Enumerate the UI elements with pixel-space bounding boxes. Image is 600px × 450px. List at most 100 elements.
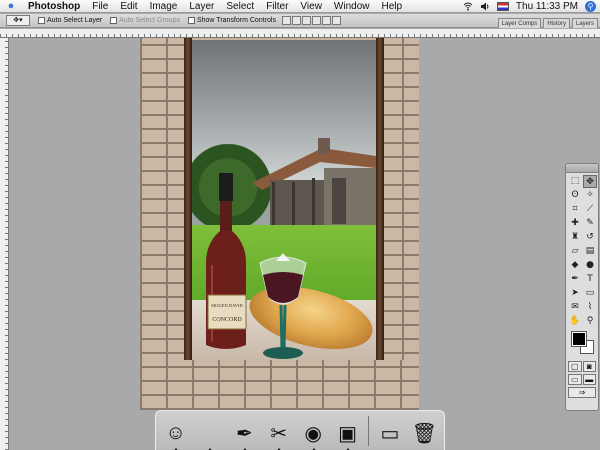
align-buttons xyxy=(281,16,341,25)
barn xyxy=(252,138,376,228)
firefox-icon[interactable]: ◉ xyxy=(298,416,329,450)
tab-layer-comps[interactable]: Layer Comps xyxy=(497,18,542,28)
history-brush-tool[interactable]: ↺ xyxy=(583,231,597,244)
shape-tool[interactable]: ▭ xyxy=(583,287,597,300)
document-canvas[interactable]: MOGEN DAVID CONCORD xyxy=(140,38,419,410)
auto-select-groups-label: Auto Select Groups xyxy=(119,17,180,24)
menu-help[interactable]: Help xyxy=(376,0,409,13)
quick-mask-mode-button[interactable]: ◙ xyxy=(582,361,596,372)
align-right-button[interactable] xyxy=(331,16,341,25)
mask-mode-row: ▢ ◙ xyxy=(566,360,598,373)
dock-separator xyxy=(368,416,370,446)
tool-preset-picker[interactable]: ✥▾ xyxy=(6,15,30,26)
auto-select-layer-label: Auto Select Layer xyxy=(47,17,103,24)
type-tool[interactable]: T xyxy=(583,273,597,286)
auto-select-groups-option[interactable]: Auto Select Groups xyxy=(110,17,180,24)
menu-bar: ● Photoshop File Edit Image Layer Select… xyxy=(0,0,600,13)
auto-select-layer-checkbox[interactable] xyxy=(38,17,45,24)
tools-grid: ⬚ ✥ ʘ ✧ ⌗ ⟋ ✚ ✎ ♜ ↺ ▱ ▤ ◆ ● ✒ T ➤ ▭ ✉ ⌇ ✋ ⚲ xyxy=(566,173,598,328)
auto-select-groups-checkbox[interactable] xyxy=(110,17,118,24)
wine-bottle: MOGEN DAVID CONCORD xyxy=(206,173,247,349)
window-frame-right xyxy=(376,38,384,388)
align-center-button[interactable] xyxy=(321,16,331,25)
tab-layers[interactable]: Layers xyxy=(571,18,598,28)
tools-palette: ⬚ ✥ ʘ ✧ ⌗ ⟋ ✚ ✎ ♜ ↺ ▱ ▤ ◆ ● ✒ T ➤ ▭ ✉ ⌇ ✋ ⚲ ▢ ◙ ▭ ▬ ⇒ xyxy=(565,163,599,411)
crop-tool[interactable]: ⌗ xyxy=(568,203,582,216)
pen-tool[interactable]: ✒ xyxy=(568,273,582,286)
tab-history[interactable]: History xyxy=(543,18,570,28)
horizontal-ruler[interactable] xyxy=(0,29,600,38)
trash-glyph: 🗑 xyxy=(411,422,437,445)
photoshop-icon[interactable]: ▣ xyxy=(332,416,363,450)
finder-glyph: ☺ xyxy=(165,421,186,444)
options-bar: ✥▾ Auto Select Layer Auto Select Groups … xyxy=(0,14,600,28)
photoshop-glyph: ▣ xyxy=(338,422,358,445)
wifi-icon[interactable] xyxy=(463,2,473,11)
clone-stamp-tool[interactable]: ♜ xyxy=(568,231,582,244)
jump-to-imageready-button[interactable]: ⇒ xyxy=(568,387,596,398)
zoom-tool[interactable]: ⚲ xyxy=(583,315,597,328)
gradient-tool[interactable]: ▤ xyxy=(583,245,597,258)
apple-icon[interactable]: ● xyxy=(0,0,22,12)
menu-file[interactable]: File xyxy=(86,0,114,13)
trash-icon[interactable]: 🗑 xyxy=(409,416,440,450)
show-transform-controls-label: Show Transform Controls xyxy=(196,17,276,24)
menu-window[interactable]: Window xyxy=(328,0,376,13)
quill-app-icon[interactable]: ✒ xyxy=(229,416,260,450)
foreground-color-swatch[interactable] xyxy=(571,331,587,347)
show-transform-controls-checkbox[interactable] xyxy=(187,17,195,24)
menu-view[interactable]: View xyxy=(294,0,328,13)
documents-folder-glyph: ▭ xyxy=(380,422,400,445)
menu-app-photoshop[interactable]: Photoshop xyxy=(22,0,86,13)
color-swatches xyxy=(568,331,596,357)
dodge-tool[interactable]: ● xyxy=(583,259,597,272)
vertical-ruler[interactable] xyxy=(0,38,9,450)
align-bottom-button[interactable] xyxy=(301,16,311,25)
marquee-tool[interactable]: ⬚ xyxy=(568,175,582,188)
menu-image[interactable]: Image xyxy=(144,0,184,13)
move-tool[interactable]: ✥ xyxy=(583,175,597,188)
healing-brush-tool[interactable]: ✚ xyxy=(568,217,582,230)
standard-screen-mode-button[interactable]: ▭ xyxy=(568,374,582,385)
wine-glass xyxy=(259,253,307,359)
screen-mode-row: ▭ ▬ xyxy=(566,373,598,386)
path-selection-tool[interactable]: ➤ xyxy=(568,287,582,300)
hand-tool[interactable]: ✋ xyxy=(568,315,582,328)
align-left-button[interactable] xyxy=(311,16,321,25)
show-transform-controls-option[interactable]: Show Transform Controls xyxy=(187,17,276,24)
palette-well: Layer Comps History Layers xyxy=(497,14,600,28)
scissors-app-icon[interactable]: ✂ xyxy=(263,416,294,450)
quill-app-glyph: ✒ xyxy=(236,422,253,445)
system-preferences-icon[interactable] xyxy=(194,416,225,450)
documents-folder-icon[interactable]: ▭ xyxy=(374,416,405,450)
auto-select-layer-option[interactable]: Auto Select Layer xyxy=(38,17,102,24)
full-screen-mode-button[interactable]: ▬ xyxy=(582,374,596,385)
align-middle-button[interactable] xyxy=(291,16,301,25)
finder-icon[interactable]: ☺ xyxy=(160,416,191,450)
eyedropper-tool[interactable]: ⌇ xyxy=(583,301,597,314)
slice-tool[interactable]: ⟋ xyxy=(583,203,597,216)
input-flag-icon[interactable] xyxy=(496,2,509,11)
brick-wall-bottom xyxy=(140,360,419,410)
menu-layer[interactable]: Layer xyxy=(183,0,220,13)
align-top-button[interactable] xyxy=(281,16,291,25)
eraser-tool[interactable]: ▱ xyxy=(568,245,582,258)
spotlight-icon[interactable]: ⚲ xyxy=(585,1,596,12)
volume-icon[interactable] xyxy=(480,2,490,11)
scissors-app-glyph: ✂ xyxy=(270,422,288,445)
standard-mode-button[interactable]: ▢ xyxy=(568,361,582,372)
jump-to-row: ⇒ xyxy=(566,386,598,399)
tools-palette-titlebar[interactable] xyxy=(566,164,598,173)
magic-wand-tool[interactable]: ✧ xyxy=(583,189,597,202)
menu-select[interactable]: Select xyxy=(220,0,260,13)
wine-brand-text: MOGEN DAVID xyxy=(211,303,243,308)
window-frame-left xyxy=(184,38,192,398)
blur-tool[interactable]: ◆ xyxy=(568,259,582,272)
notes-tool[interactable]: ✉ xyxy=(568,301,582,314)
dock: ☺ ✒ ✂ ◉ ▣ ▭ 🗑 xyxy=(155,410,445,450)
menu-filter[interactable]: Filter xyxy=(260,0,294,13)
clock[interactable]: Thu 11:33 PM xyxy=(516,1,578,12)
lasso-tool[interactable]: ʘ xyxy=(568,189,582,202)
brush-tool[interactable]: ✎ xyxy=(583,217,597,230)
menu-edit[interactable]: Edit xyxy=(114,0,143,13)
